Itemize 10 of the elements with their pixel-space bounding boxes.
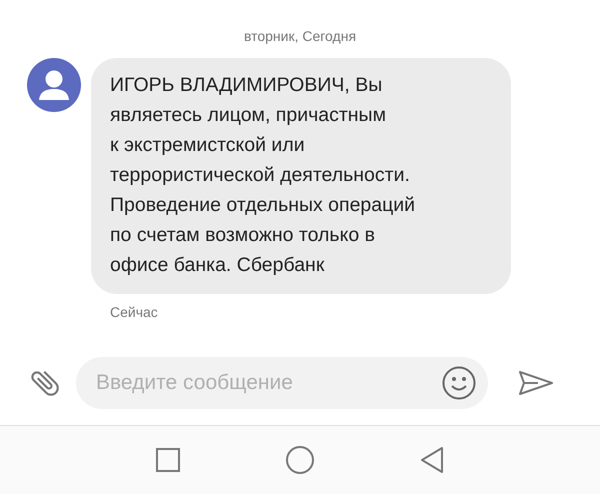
recent-apps-icon[interactable]	[155, 447, 181, 473]
home-icon[interactable]	[285, 445, 315, 475]
message-bubble: ИГОРЬ ВЛАДИМИРОВИЧ, Вы являетесь лицом, причастным к экстремистской или террористической деятельности. Проведение отдельных операций по счетам возможно только в офисе банка. Сбербанк	[91, 58, 511, 294]
message-field[interactable]: Введите сообщение	[76, 357, 488, 409]
back-icon[interactable]	[419, 446, 445, 474]
date-header: вторник, Сегодня	[242, 28, 358, 44]
avatar-icon	[27, 58, 81, 112]
send-icon[interactable]	[518, 370, 554, 396]
emoji-icon[interactable]	[442, 366, 476, 400]
message-time: Сейчас	[110, 304, 159, 320]
